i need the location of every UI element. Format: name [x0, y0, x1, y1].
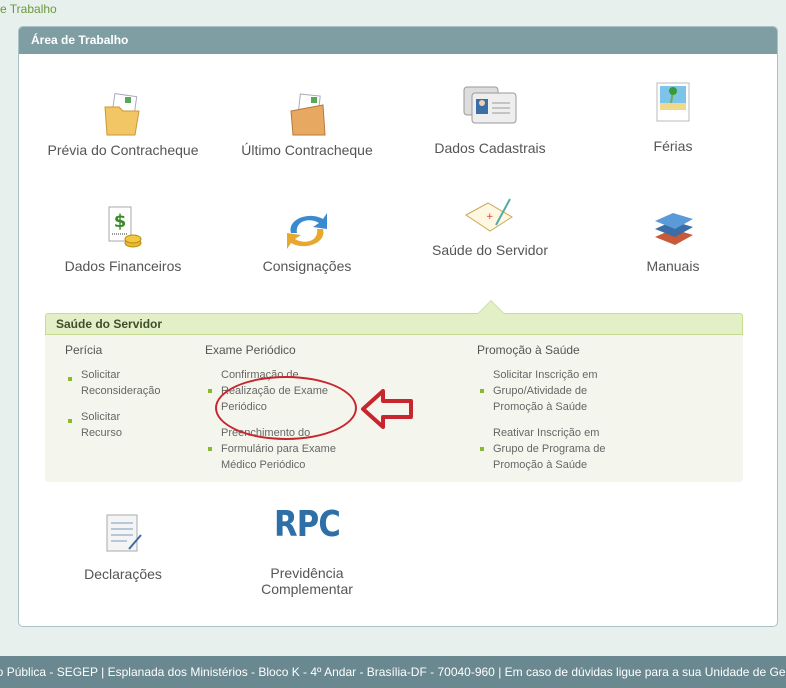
left-arrow-annotation-icon: [361, 389, 413, 429]
tile-previdencia-complementar[interactable]: RPC Previdência Complementar: [227, 501, 387, 597]
bullet-icon: [480, 447, 484, 451]
beach-photo-icon: [656, 82, 690, 122]
work-area-panel: Área de Trabalho Prévia do Contracheque …: [18, 26, 778, 627]
id-card-icon: [463, 86, 517, 124]
pericia-title: Perícia: [65, 343, 103, 357]
tile-consignacoes[interactable]: Consignações: [227, 203, 387, 274]
submenu-pointer: [477, 300, 505, 314]
panel-title: Área de Trabalho: [19, 27, 777, 54]
bullet-icon: [208, 447, 212, 451]
tile-label: Declarações: [84, 566, 162, 582]
link-solicitar-inscricao[interactable]: Solicitar Inscrição em Grupo/Atividade d…: [477, 367, 606, 415]
rpc-logo: RPC: [274, 504, 341, 545]
tile-label: Consignações: [262, 258, 352, 274]
dollar-coins-icon: $: [108, 206, 142, 248]
svg-text:+: +: [486, 212, 494, 222]
tile-label: Férias: [653, 138, 693, 154]
tile-label: Complementar: [261, 581, 353, 597]
highlight-ellipse-annotation: [215, 376, 357, 440]
link-solicitar-reconsideracao[interactable]: Solicitar Reconsideração: [65, 367, 161, 399]
link-solicitar-recurso[interactable]: Solicitar Recurso: [65, 409, 161, 441]
footer: estão Pública - SEGEP | Esplanada dos Mi…: [0, 656, 786, 688]
tile-label: Último Contracheque: [241, 142, 373, 158]
medical-form-icon: +: [465, 198, 513, 232]
submenu-title: Saúde do Servidor: [45, 313, 743, 335]
tile-saude-servidor[interactable]: + Saúde do Servidor: [419, 195, 561, 258]
tile-declaracoes[interactable]: Declarações: [43, 511, 203, 582]
bullet-icon: [208, 389, 212, 393]
tile-ferias[interactable]: Férias: [633, 81, 713, 154]
document-pen-icon: [106, 514, 142, 552]
tile-label: Dados Financeiros: [64, 258, 182, 274]
tile-dados-financeiros[interactable]: $ Dados Financeiros: [43, 203, 203, 274]
folder-document-icon: [104, 93, 140, 136]
promocao-title: Promoção à Saúde: [477, 343, 580, 357]
tile-label: Manuais: [646, 258, 700, 274]
folder-money-icon: [290, 93, 326, 136]
tile-label: Dados Cadastrais: [434, 140, 546, 156]
tile-dados-cadastrais[interactable]: Dados Cadastrais: [419, 81, 561, 156]
tile-label: Prévia do Contracheque: [47, 142, 199, 158]
bullet-icon: [480, 389, 484, 393]
tile-label: Previdência: [270, 565, 344, 581]
books-icon: [655, 213, 693, 245]
bullet-icon: [68, 419, 72, 423]
tile-previa-contracheque[interactable]: Prévia do Contracheque: [43, 91, 203, 158]
link-reativar-inscricao[interactable]: Reativar Inscrição em Grupo de Programa …: [477, 425, 606, 473]
pericia-column: Perícia Solicitar Reconsideração Solicit…: [65, 343, 161, 451]
footer-text: estão Pública - SEGEP | Esplanada dos Mi…: [0, 665, 786, 679]
saude-submenu: Saúde do Servidor Perícia Solicitar Reco…: [45, 300, 743, 483]
svg-text:$: $: [114, 211, 127, 232]
tile-label: Saúde do Servidor: [432, 242, 548, 258]
tile-ultimo-contracheque[interactable]: Último Contracheque: [227, 91, 387, 158]
bullet-icon: [68, 377, 72, 381]
refresh-arrows-icon: [287, 213, 327, 249]
tile-manuais[interactable]: Manuais: [633, 203, 713, 274]
exame-title: Exame Periódico: [205, 343, 296, 357]
promocao-column: Promoção à Saúde Solicitar Inscrição em …: [477, 343, 606, 483]
breadcrumb[interactable]: e Trabalho: [0, 2, 57, 16]
